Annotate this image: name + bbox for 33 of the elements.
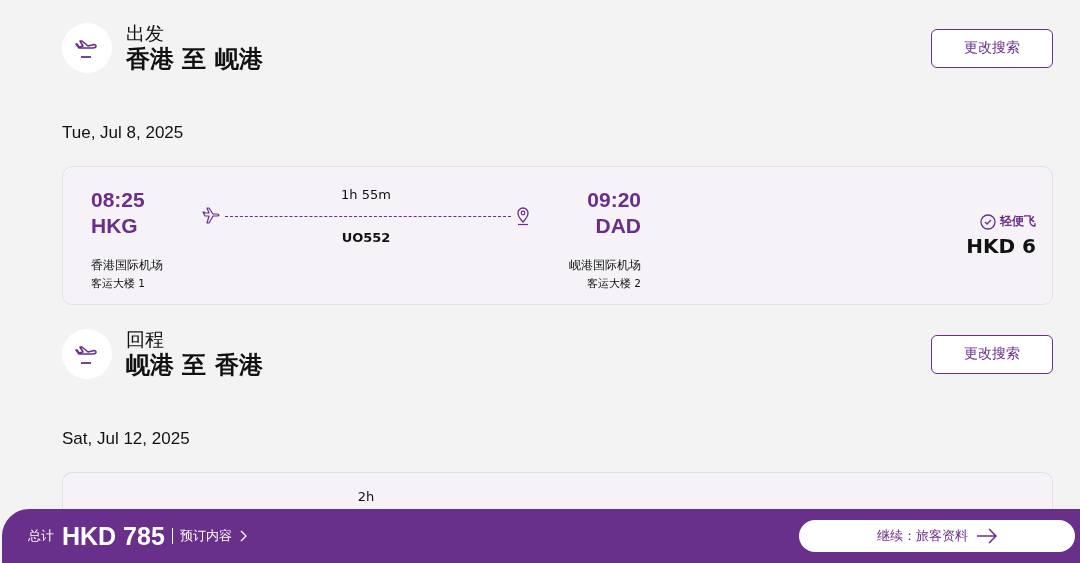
change-search-button[interactable]: 更改搜索: [931, 334, 1053, 374]
segment-label: 出发: [126, 22, 165, 44]
route-title: 岘港 至 香港: [126, 350, 264, 380]
flight-duration: 2h: [357, 489, 375, 504]
booking-details-link[interactable]: 预订内容: [179, 527, 248, 545]
flight-duration: 1h 55m: [341, 187, 391, 202]
plane-icon: [62, 23, 112, 73]
check-circle-icon: [980, 213, 996, 230]
change-search-button[interactable]: 更改搜索: [931, 28, 1053, 68]
location-pin-icon: [515, 206, 531, 226]
departure-terminal: 客运大楼 1: [91, 277, 147, 291]
arrival-code: DAD: [595, 213, 641, 239]
flight-card[interactable]: 2h: [62, 472, 1053, 509]
fare-price: HKD 6: [966, 234, 1036, 258]
arrival-airport: 岘港国际机场: [569, 257, 641, 274]
fare-type: 轻便飞: [1000, 213, 1036, 230]
flight-number: UO552: [341, 230, 391, 245]
plane-icon: [201, 207, 221, 225]
flight-card[interactable]: 08:25 HKG 香港国际机场 客运大楼 1 1h 55m UO552 09:20 DAD 岘港国际机场 客运大楼 2 轻便飞 HKD 6: [62, 166, 1053, 305]
arrow-right-icon: [975, 528, 998, 544]
departure-airport: 香港国际机场: [91, 257, 164, 274]
segment-label: 回程: [126, 328, 165, 350]
total-label: 总计: [28, 527, 54, 545]
plane-icon: [62, 329, 112, 379]
total-price: HKD 785: [62, 521, 165, 551]
continue-button[interactable]: 继续：旅客资料: [799, 520, 1075, 552]
flight-date: Tue, Jul 8, 2025: [62, 122, 185, 144]
departure-code: HKG: [91, 213, 139, 239]
arrival-terminal: 客运大楼 2: [586, 277, 641, 291]
route-title: 香港 至 岘港: [126, 44, 264, 74]
flight-date: Sat, Jul 12, 2025: [62, 428, 191, 450]
departure-time: 08:25: [91, 187, 146, 213]
arrival-time: 09:20: [587, 187, 641, 213]
